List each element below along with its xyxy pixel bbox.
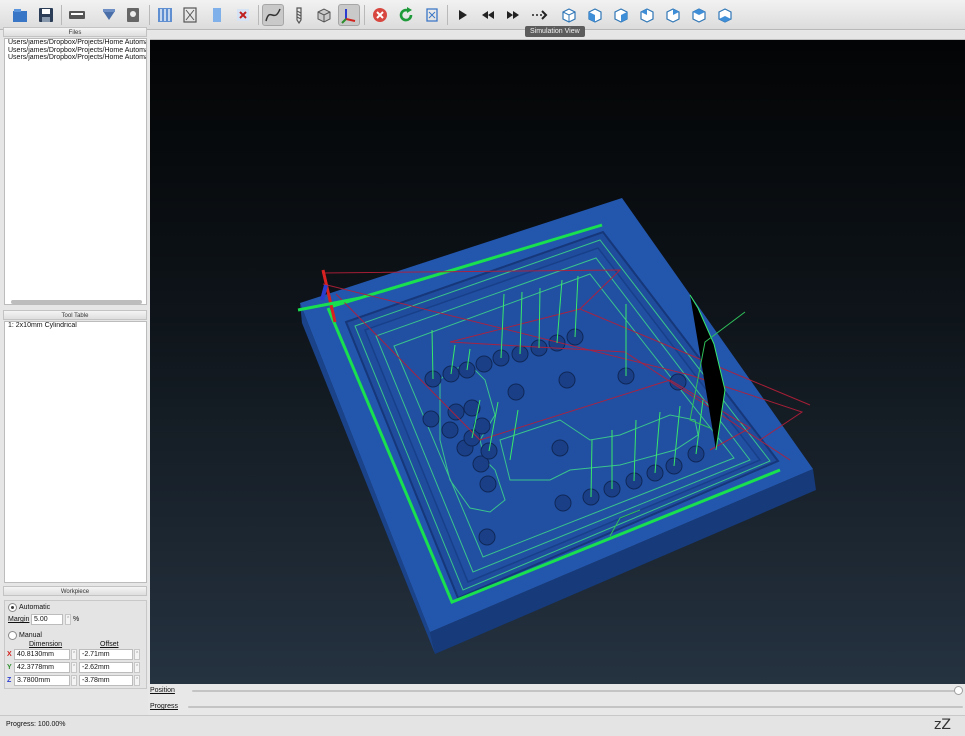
files-title: Files [3, 27, 147, 37]
view-left-icon[interactable] [636, 4, 658, 26]
position-track[interactable] [192, 690, 963, 692]
import-stl-icon[interactable] [98, 4, 120, 26]
z-dimension-stepper[interactable]: ⌃ [71, 675, 77, 686]
axis-x-label: X [7, 651, 12, 658]
view-front-icon[interactable] [584, 4, 606, 26]
x-offset-input[interactable]: -2.71mm [79, 649, 133, 660]
toolbar [0, 0, 965, 30]
z-offset-input[interactable]: -3.78mm [79, 675, 133, 686]
stop-icon[interactable] [369, 4, 391, 26]
play-icon[interactable] [451, 4, 473, 26]
y-offset-stepper[interactable]: ⌃ [134, 662, 140, 673]
margin-input[interactable]: 5.00 [31, 614, 63, 625]
progress-track [188, 706, 963, 708]
y-dimension-stepper[interactable]: ⌃ [71, 662, 77, 673]
margin-stepper[interactable]: ⌃ [65, 614, 71, 625]
export-icon[interactable] [421, 4, 443, 26]
refresh-icon[interactable] [395, 4, 417, 26]
tool-table-list[interactable]: 1: 2x10mm Cylindrical [4, 321, 147, 583]
z-dimension-input[interactable]: 3.7800mm [14, 675, 70, 686]
margin-label: Margin [8, 616, 30, 623]
margin-unit: % [73, 616, 80, 623]
file-item[interactable]: Users/james/Dropbox/Projects/Home Automa… [5, 54, 146, 62]
progress-bar: Progress [148, 701, 965, 713]
axis-y-label: Y [7, 664, 12, 671]
manual-label: Manual [19, 632, 42, 639]
tool-table-title: Tool Table [3, 310, 147, 320]
pcb-stock-model [297, 198, 816, 654]
simulation-viewport[interactable] [150, 40, 965, 684]
dimension-header: Dimension [29, 641, 63, 648]
finishing-icon[interactable] [179, 4, 201, 26]
rewind-icon[interactable] [477, 4, 499, 26]
tooltip: Simulation View [525, 26, 585, 37]
manual-radio[interactable] [8, 631, 17, 640]
y-dimension-input[interactable]: 42.3778mm [14, 662, 70, 673]
stock-icon[interactable] [206, 4, 228, 26]
sleep-icon: zZ [934, 717, 951, 733]
open-file-icon[interactable] [9, 4, 31, 26]
save-icon[interactable] [35, 4, 57, 26]
axis-z-label: Z [7, 677, 12, 684]
automatic-label: Automatic [19, 604, 51, 611]
view-back-icon[interactable] [610, 4, 632, 26]
roughing-icon[interactable] [154, 4, 176, 26]
curve-icon[interactable] [262, 4, 284, 26]
x-dimension-input[interactable]: 40.8130mm [14, 649, 70, 660]
offset-header: Offset [100, 641, 119, 648]
automatic-radio[interactable] [8, 603, 17, 612]
remove-icon[interactable] [232, 4, 254, 26]
x-dimension-stepper[interactable]: ⌃ [71, 649, 77, 660]
files-list[interactable]: Users/james/Dropbox/Projects/Home Automa… [4, 38, 147, 305]
step-icon[interactable] [528, 4, 550, 26]
box-icon[interactable] [313, 4, 335, 26]
x-offset-stepper[interactable]: ⌃ [134, 649, 140, 660]
z-offset-stepper[interactable]: ⌃ [134, 675, 140, 686]
files-scrollbar[interactable] [11, 300, 142, 304]
drill-icon[interactable] [288, 4, 310, 26]
file-item[interactable]: Users/james/Dropbox/Projects/Home Automa… [5, 39, 146, 47]
progress-label: Progress [150, 703, 179, 710]
view-right-icon[interactable] [662, 4, 684, 26]
position-slider-handle[interactable] [954, 686, 963, 695]
position-bar: Position [148, 685, 965, 697]
workpiece-title: Workpiece [3, 586, 147, 596]
workpiece-panel: Automatic Margin 5.00 ⌃ % Manual Dimensi… [4, 600, 147, 689]
view-bottom-icon[interactable] [714, 4, 736, 26]
status-text: Progress: 100.00% [6, 721, 66, 728]
y-offset-input[interactable]: -2.62mm [79, 662, 133, 673]
tool-icon[interactable] [122, 4, 144, 26]
position-label: Position [150, 687, 175, 694]
axis-icon[interactable] [338, 4, 360, 26]
file-item[interactable]: Users/james/Dropbox/Projects/Home Automa… [5, 47, 146, 55]
tool-item[interactable]: 1: 2x10mm Cylindrical [5, 322, 146, 330]
view-top-icon[interactable] [688, 4, 710, 26]
fast-forward-icon[interactable] [502, 4, 524, 26]
status-bar: Progress: 100.00% zZ [0, 715, 965, 736]
view-iso-icon[interactable] [558, 4, 580, 26]
edit-gcode-icon[interactable] [66, 4, 88, 26]
